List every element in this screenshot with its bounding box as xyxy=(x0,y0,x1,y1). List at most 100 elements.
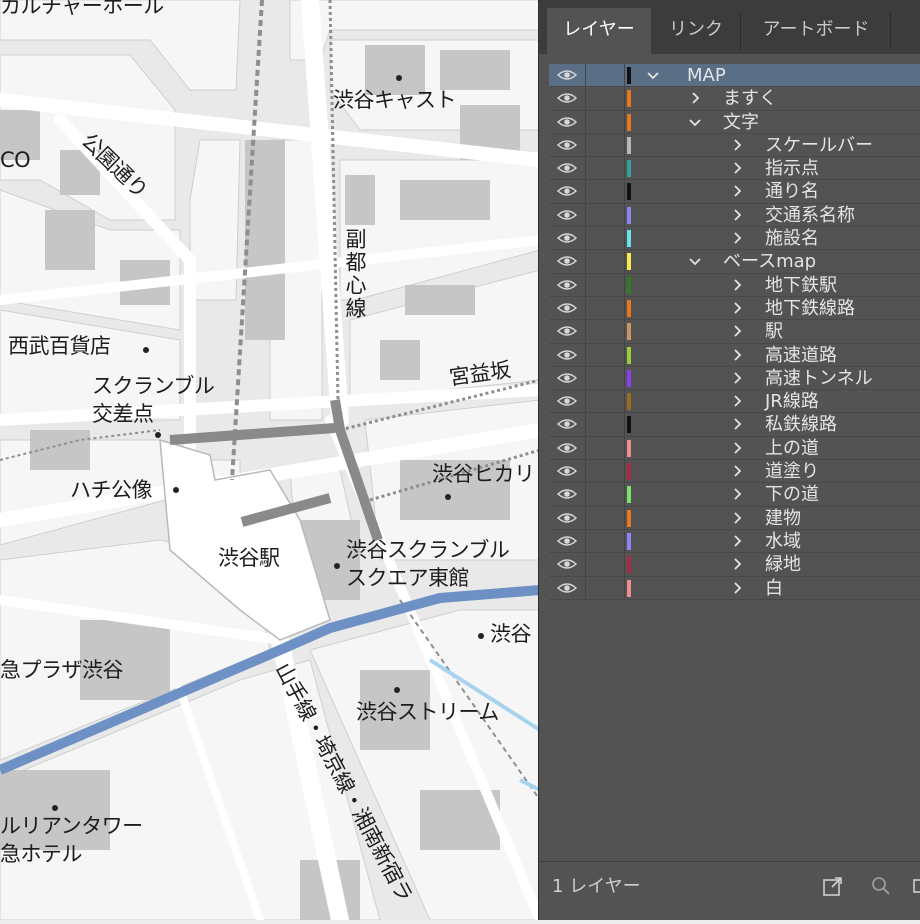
layer-name[interactable]: 下の道 xyxy=(765,483,819,506)
visibility-eye-icon[interactable] xyxy=(557,68,577,82)
visibility-eye-icon[interactable] xyxy=(557,254,577,268)
chevron-right-icon[interactable] xyxy=(731,393,743,409)
layer-name[interactable]: 上の道 xyxy=(765,437,819,460)
layer-row[interactable]: 指示点 xyxy=(549,157,920,181)
visibility-eye-icon[interactable] xyxy=(557,394,577,408)
visibility-eye-icon[interactable] xyxy=(557,91,577,105)
layer-name[interactable]: 水域 xyxy=(765,530,801,553)
layer-row[interactable]: 高速道路 xyxy=(549,343,920,367)
layer-color-swatch xyxy=(627,346,631,364)
layer-row[interactable]: 交通系名称 xyxy=(549,203,920,228)
chevron-right-icon[interactable] xyxy=(731,556,743,572)
chevron-right-icon[interactable] xyxy=(731,323,743,339)
layer-row[interactable]: 水域 xyxy=(549,529,920,554)
search-icon[interactable] xyxy=(869,874,893,898)
layer-row[interactable]: 建物 xyxy=(549,506,920,530)
tab-artboards[interactable]: アートボード xyxy=(743,8,889,54)
visibility-eye-icon[interactable] xyxy=(557,511,577,525)
chevron-right-icon[interactable] xyxy=(689,90,701,106)
panel-tab-bar: レイヤー リンク アートボード xyxy=(539,0,920,54)
export-icon[interactable] xyxy=(821,874,845,898)
chevron-right-icon[interactable] xyxy=(731,370,743,386)
layer-name[interactable]: 高速トンネル xyxy=(765,367,873,390)
chevron-down-icon[interactable] xyxy=(689,253,701,269)
visibility-eye-icon[interactable] xyxy=(557,348,577,362)
layer-name[interactable]: MAP xyxy=(687,64,726,87)
visibility-eye-icon[interactable] xyxy=(557,115,577,129)
chevron-right-icon[interactable] xyxy=(731,230,743,246)
tab-links[interactable]: リンク xyxy=(651,8,741,54)
layer-name[interactable]: 緑地 xyxy=(765,553,801,576)
layer-name[interactable]: 指示点 xyxy=(765,157,819,180)
chevron-right-icon[interactable] xyxy=(731,137,743,153)
visibility-eye-icon[interactable] xyxy=(557,487,577,501)
visibility-eye-icon[interactable] xyxy=(557,534,577,548)
layer-row[interactable]: 地下鉄線路 xyxy=(549,296,920,321)
visibility-eye-icon[interactable] xyxy=(557,231,577,245)
layer-row[interactable]: 上の道 xyxy=(549,436,920,461)
chevron-right-icon[interactable] xyxy=(731,347,743,363)
layer-name[interactable]: ますく xyxy=(723,87,777,110)
layer-row[interactable]: ベースmap xyxy=(549,250,920,274)
layer-row[interactable]: 通り名 xyxy=(549,180,920,204)
visibility-eye-icon[interactable] xyxy=(557,417,577,431)
layer-row[interactable]: 駅 xyxy=(549,320,920,344)
layer-name[interactable]: スケールバー xyxy=(765,134,873,157)
visibility-eye-icon[interactable] xyxy=(557,208,577,222)
visibility-eye-icon[interactable] xyxy=(557,301,577,315)
layer-row[interactable]: 高速トンネル xyxy=(549,366,920,391)
layer-name[interactable]: JR線路 xyxy=(765,390,819,413)
chevron-right-icon[interactable] xyxy=(731,440,743,456)
chevron-down-icon[interactable] xyxy=(647,67,659,83)
layer-options-icon[interactable] xyxy=(911,874,920,898)
visibility-eye-icon[interactable] xyxy=(557,161,577,175)
visibility-eye-icon[interactable] xyxy=(557,138,577,152)
layer-row[interactable]: 道塗り xyxy=(549,460,920,484)
chevron-down-icon[interactable] xyxy=(689,114,701,130)
visibility-eye-icon[interactable] xyxy=(557,557,577,571)
visibility-eye-icon[interactable] xyxy=(557,184,577,198)
chevron-right-icon[interactable] xyxy=(731,300,743,316)
visibility-eye-icon[interactable] xyxy=(557,324,577,338)
tab-layers[interactable]: レイヤー xyxy=(547,8,651,54)
layer-name[interactable]: 文字 xyxy=(723,111,759,134)
layer-row[interactable]: 文字 xyxy=(549,110,920,134)
visibility-eye-icon[interactable] xyxy=(557,441,577,455)
layer-row[interactable]: 私鉄線路 xyxy=(549,413,920,437)
layer-name[interactable]: 施設名 xyxy=(765,227,819,250)
visibility-eye-icon[interactable] xyxy=(557,278,577,292)
chevron-right-icon[interactable] xyxy=(731,183,743,199)
visibility-eye-icon[interactable] xyxy=(557,581,577,595)
layer-name[interactable]: 通り名 xyxy=(765,180,819,203)
layer-row[interactable]: 緑地 xyxy=(549,553,920,577)
layer-row[interactable]: スケールバー xyxy=(549,133,920,158)
layer-name[interactable]: ベースmap xyxy=(723,250,816,273)
chevron-right-icon[interactable] xyxy=(731,486,743,502)
layer-name[interactable]: 道塗り xyxy=(765,460,819,483)
layer-name[interactable]: 交通系名称 xyxy=(765,204,855,227)
layer-row[interactable]: 白 xyxy=(549,576,920,600)
layer-row[interactable]: JR線路 xyxy=(549,390,920,414)
layer-name[interactable]: 建物 xyxy=(765,507,801,530)
chevron-right-icon[interactable] xyxy=(731,533,743,549)
chevron-right-icon[interactable] xyxy=(731,277,743,293)
layer-row[interactable]: MAP xyxy=(549,64,920,88)
chevron-right-icon[interactable] xyxy=(731,160,743,176)
chevron-right-icon[interactable] xyxy=(731,510,743,526)
chevron-right-icon[interactable] xyxy=(731,580,743,596)
layer-name[interactable]: 私鉄線路 xyxy=(765,413,837,436)
layer-name[interactable]: 白 xyxy=(765,577,783,600)
layer-name[interactable]: 駅 xyxy=(765,320,783,343)
visibility-eye-icon[interactable] xyxy=(557,371,577,385)
chevron-right-icon[interactable] xyxy=(731,416,743,432)
chevron-right-icon[interactable] xyxy=(731,207,743,223)
layer-name[interactable]: 地下鉄線路 xyxy=(765,297,855,320)
layer-row[interactable]: ますく xyxy=(549,87,920,111)
layer-row[interactable]: 下の道 xyxy=(549,483,920,507)
chevron-right-icon[interactable] xyxy=(731,463,743,479)
visibility-eye-icon[interactable] xyxy=(557,464,577,478)
layer-name[interactable]: 地下鉄駅 xyxy=(765,274,837,297)
layer-name[interactable]: 高速道路 xyxy=(765,344,837,367)
layer-row[interactable]: 地下鉄駅 xyxy=(549,273,920,297)
layer-row[interactable]: 施設名 xyxy=(549,227,920,251)
